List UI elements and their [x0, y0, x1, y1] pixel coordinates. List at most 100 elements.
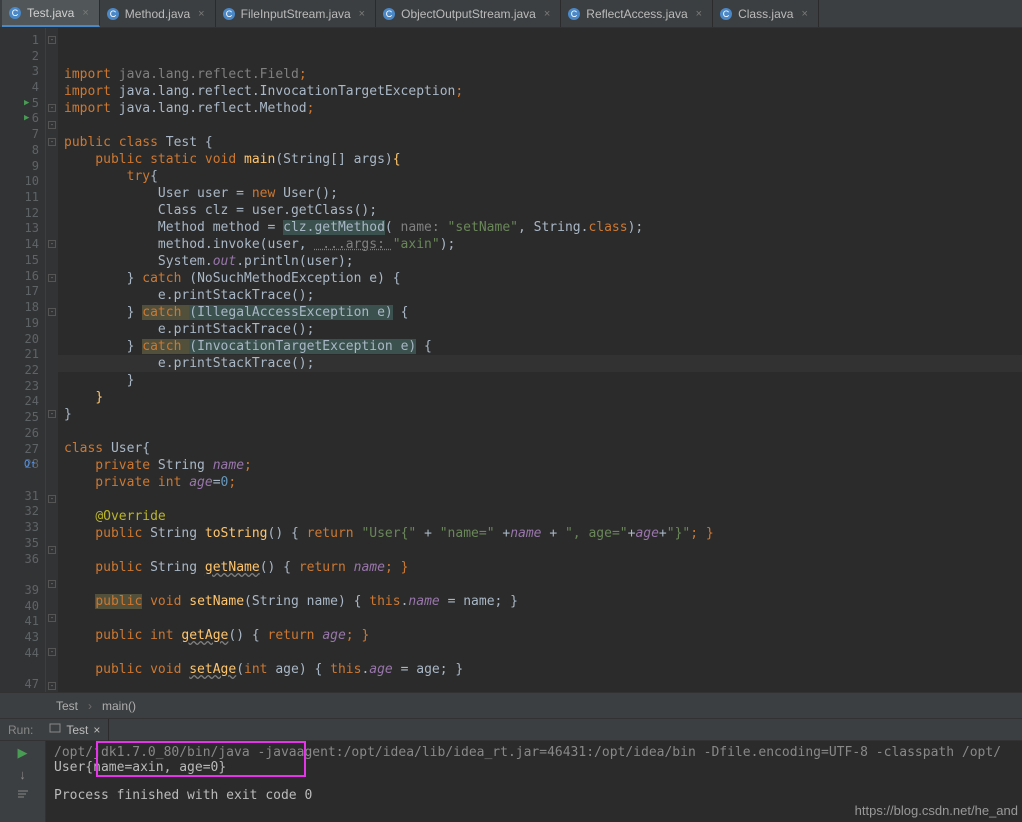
line-number[interactable]: 43	[0, 629, 45, 645]
line-number[interactable]: 9	[0, 158, 45, 174]
line-number[interactable]: 36	[0, 551, 45, 567]
svg-text:C: C	[386, 9, 393, 19]
run-panel: Run: Test × ▶ ↓ /opt/jdk1.7.0_80/bin/jav…	[0, 718, 1022, 822]
line-number[interactable]: 19	[0, 315, 45, 331]
line-number[interactable]: 13	[0, 221, 45, 237]
line-number[interactable]: 33	[0, 519, 45, 535]
line-number[interactable]: 21	[0, 346, 45, 362]
line-number[interactable]: 5▶	[0, 95, 45, 111]
line-number[interactable]: 39	[0, 582, 45, 598]
line-number[interactable]: 24	[0, 394, 45, 410]
tab-test-java[interactable]: C Test.java ×	[2, 0, 100, 27]
svg-text:C: C	[571, 9, 578, 19]
line-number[interactable]: 28O↑	[0, 456, 45, 472]
fold-column[interactable]: - - - - - - - - - - - - - -	[46, 28, 58, 692]
close-icon[interactable]: ×	[359, 8, 365, 20]
console-line: /opt/jdk1.7.0_80/bin/java -javaagent:/op…	[54, 745, 1014, 760]
line-number[interactable]: 23	[0, 378, 45, 394]
fold-toggle-icon[interactable]: -	[48, 274, 56, 282]
fold-toggle-icon[interactable]: -	[48, 495, 56, 503]
close-icon[interactable]: ×	[801, 8, 807, 20]
fold-toggle-icon[interactable]: -	[48, 104, 56, 112]
line-number[interactable]: 20	[0, 331, 45, 347]
line-number[interactable]: 44	[0, 645, 45, 661]
fold-toggle-icon[interactable]: -	[48, 580, 56, 588]
tab-method-java[interactable]: C Method.java ×	[100, 0, 216, 27]
override-gutter-icon[interactable]: O↑	[24, 459, 36, 470]
code-editor[interactable]: import java.lang.reflect.Field; import j…	[58, 28, 1022, 692]
line-number[interactable]	[0, 661, 45, 677]
fold-toggle-icon[interactable]: -	[48, 648, 56, 656]
breadcrumb-item[interactable]: Test	[56, 699, 78, 713]
line-number[interactable]: 11	[0, 189, 45, 205]
line-number[interactable]: 40	[0, 598, 45, 614]
close-icon[interactable]: ×	[198, 8, 204, 20]
console-line: Process finished with exit code 0	[54, 788, 1014, 803]
line-number[interactable]: 35	[0, 535, 45, 551]
line-number[interactable]: 4	[0, 79, 45, 95]
line-number[interactable]: 10	[0, 173, 45, 189]
breadcrumb[interactable]: Test › main()	[0, 692, 1022, 718]
tab-label: ObjectOutputStream.java	[401, 7, 536, 21]
line-number[interactable]	[0, 472, 45, 488]
fold-toggle-icon[interactable]: -	[48, 240, 56, 248]
line-number[interactable]: 6▶	[0, 111, 45, 127]
class-icon: C	[8, 6, 22, 20]
line-number[interactable]: 17	[0, 284, 45, 300]
line-number[interactable]: 3	[0, 63, 45, 79]
line-number[interactable]: 22	[0, 362, 45, 378]
line-number[interactable]: 2	[0, 48, 45, 64]
tab-objectoutputstream-java[interactable]: C ObjectOutputStream.java ×	[376, 0, 561, 27]
softwrap-icon[interactable]	[16, 788, 30, 803]
class-icon: C	[222, 7, 236, 21]
tab-class-java[interactable]: C Class.java ×	[713, 0, 819, 27]
run-gutter-icon[interactable]: ▶	[24, 113, 29, 123]
close-icon[interactable]: ×	[93, 723, 100, 737]
line-number[interactable]: 41	[0, 614, 45, 630]
run-play-icon[interactable]: ▶	[18, 745, 28, 761]
line-number[interactable]: 47	[0, 676, 45, 692]
line-number[interactable]: 8	[0, 142, 45, 158]
fold-toggle-icon[interactable]: -	[48, 138, 56, 146]
fold-toggle-icon[interactable]: -	[48, 308, 56, 316]
line-number[interactable]: 15	[0, 252, 45, 268]
line-number[interactable]: 32	[0, 504, 45, 520]
line-number[interactable]: 1	[0, 32, 45, 48]
run-console[interactable]: /opt/jdk1.7.0_80/bin/java -javaagent:/op…	[46, 741, 1022, 822]
fold-toggle-icon[interactable]: -	[48, 36, 56, 44]
line-number-gutter[interactable]: 12345▶6▶78910111213141516171819202122232…	[0, 28, 46, 692]
run-tab[interactable]: Test ×	[41, 719, 109, 741]
editor-area[interactable]: 12345▶6▶78910111213141516171819202122232…	[0, 28, 1022, 692]
line-number[interactable]: 7	[0, 126, 45, 142]
run-gutter-icon[interactable]: ▶	[24, 98, 29, 108]
close-icon[interactable]: ×	[696, 8, 702, 20]
line-number[interactable]: 26	[0, 425, 45, 441]
fold-toggle-icon[interactable]: -	[48, 121, 56, 129]
tab-label: Method.java	[125, 7, 190, 21]
fold-toggle-icon[interactable]: -	[48, 614, 56, 622]
line-number[interactable]: 12	[0, 205, 45, 221]
fold-toggle-icon[interactable]: -	[48, 546, 56, 554]
run-header: Run: Test ×	[0, 719, 1022, 741]
line-number[interactable]: 16	[0, 268, 45, 284]
line-number[interactable]: 14	[0, 236, 45, 252]
line-number[interactable]: 31	[0, 488, 45, 504]
fold-toggle-icon[interactable]: -	[48, 682, 56, 690]
run-down-icon[interactable]: ↓	[19, 767, 26, 782]
close-icon[interactable]: ×	[544, 8, 550, 20]
breadcrumb-item[interactable]: main()	[102, 699, 136, 713]
fold-toggle-icon[interactable]: -	[48, 410, 56, 418]
console-line: User{name=axin, age=0}	[54, 760, 1014, 775]
tab-reflectaccess-java[interactable]: C ReflectAccess.java ×	[561, 0, 713, 27]
class-icon: C	[382, 7, 396, 21]
run-title: Run:	[0, 723, 41, 737]
line-number[interactable]: 27	[0, 441, 45, 457]
line-number[interactable]	[0, 566, 45, 582]
close-icon[interactable]: ×	[82, 7, 88, 19]
watermark: https://blog.csdn.net/he_and	[855, 803, 1018, 818]
class-icon: C	[106, 7, 120, 21]
editor-tabs: C Test.java × C Method.java × C FileInpu…	[0, 0, 1022, 28]
line-number[interactable]: 18	[0, 299, 45, 315]
line-number[interactable]: 25	[0, 409, 45, 425]
tab-fileinputstream-java[interactable]: C FileInputStream.java ×	[216, 0, 377, 27]
